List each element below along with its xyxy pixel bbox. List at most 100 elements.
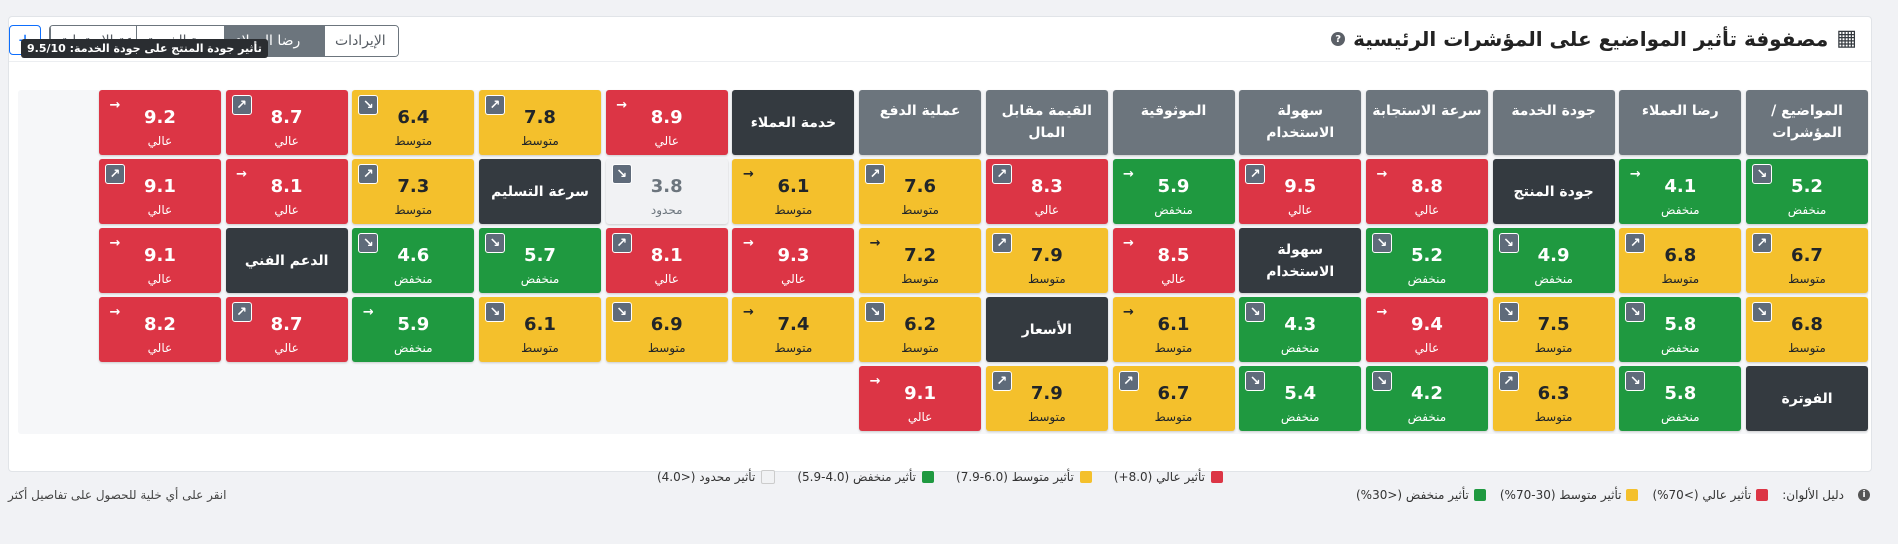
matrix-cell[interactable]: ↘ 6.2 متوسط <box>859 297 982 362</box>
cell-value: 6.1 <box>1157 314 1190 335</box>
matrix-cell[interactable]: ↘ 5.7 منخفض <box>479 228 601 293</box>
cell-level-label: منخفض <box>394 341 433 355</box>
cell-value: 4.1 <box>1664 176 1697 197</box>
cell-level-label: متوسط <box>1027 272 1066 286</box>
cell-value: 5.9 <box>1157 176 1190 197</box>
cell-level-label: متوسط <box>774 203 813 217</box>
matrix-cell[interactable]: → 8.9 عالي <box>605 90 728 155</box>
help-circle-icon[interactable]: ? <box>1331 32 1346 46</box>
column-header-label: سهولة الاستخدام <box>1266 103 1335 141</box>
matrix-cell[interactable]: ↘ 3.8 محدود <box>605 159 728 224</box>
matrix-cell[interactable]: ↘ 6.8 متوسط <box>1746 297 1868 362</box>
matrix-cell[interactable]: → 7.4 متوسط <box>732 297 855 362</box>
cell-level-label: متوسط <box>1154 341 1193 355</box>
matrix-cell[interactable]: ↘ 5.4 منخفض <box>1239 366 1362 431</box>
matrix-cell[interactable]: ↘ 5.8 منخفض <box>1619 366 1742 431</box>
table-grid-icon: ▦ <box>1836 26 1857 51</box>
cell-level-label: منخفض <box>1534 272 1573 286</box>
matrix-cell[interactable]: ↘ 5.8 منخفض <box>1619 297 1742 362</box>
matrix-cell[interactable]: → 9.1 عالي <box>98 228 221 293</box>
matrix-cell[interactable]: ↘ 4.6 منخفض <box>352 228 475 293</box>
column-header-cell: سرعة الاستجابة <box>1365 90 1488 155</box>
matrix-cell[interactable]: ↗ 7.9 متوسط <box>985 366 1108 431</box>
legend-label: تأثير محدود (<4.0) <box>656 470 756 484</box>
cell-value: 8.5 <box>1157 245 1190 266</box>
matrix-cell[interactable]: → 8.5 عالي <box>1112 228 1235 293</box>
cell-value: 9.5 <box>1284 176 1317 197</box>
cell-level-label: متوسط <box>901 272 939 286</box>
matrix-cell[interactable]: ↘ 5.2 منخفض <box>1365 228 1488 293</box>
matrix-cell[interactable]: ↗ 8.3 عالي <box>985 159 1108 224</box>
guide-swatch-low <box>1473 489 1486 501</box>
matrix-cell[interactable]: → 8.8 عالي <box>1365 159 1488 224</box>
cell-level-label: متوسط <box>774 341 813 355</box>
matrix-cell[interactable]: ↗ 7.9 متوسط <box>985 228 1108 293</box>
matrix-cell[interactable]: ↗ 8.1 عالي <box>605 228 728 293</box>
cell-value: 3.8 <box>650 176 683 197</box>
matrix-legend: تأثير عالي (8.0+) تأثير متوسط (6.0-7.9) … <box>9 468 1871 486</box>
matrix-cell[interactable]: ↗ 6.8 متوسط <box>1619 228 1742 293</box>
matrix-cell[interactable]: → 9.1 عالي <box>859 366 982 431</box>
row-header-cell: الدعم الفني <box>225 228 348 293</box>
matrix-cell[interactable]: ↘ 4.2 منخفض <box>1365 366 1488 431</box>
matrix-cell[interactable]: → 8.1 عالي <box>225 159 348 224</box>
matrix-cell[interactable]: → 8.2 عالي <box>98 297 221 362</box>
cell-level-label: عالي <box>1287 203 1313 217</box>
cell-level-label: منخفض <box>1154 203 1193 217</box>
matrix-cell[interactable]: → 6.1 متوسط <box>732 159 855 224</box>
row-header-label: الأسعار <box>1021 321 1072 338</box>
legend-swatch-medium <box>1079 471 1092 483</box>
matrix-cell[interactable]: ↘ 6.1 متوسط <box>479 297 601 362</box>
matrix-cell[interactable]: → 5.9 منخفض <box>352 297 475 362</box>
tab-revenue[interactable]: الإيرادات <box>324 26 398 56</box>
row-header-label: جودة المنتج <box>1513 183 1594 200</box>
matrix-cell[interactable]: ↘ 6.9 متوسط <box>605 297 728 362</box>
matrix-cell[interactable]: ↗ 7.6 متوسط <box>859 159 982 224</box>
matrix-cell[interactable]: ↘ 7.5 متوسط <box>1492 297 1615 362</box>
matrix-cell[interactable]: ↘ 4.3 منخفض <box>1239 297 1362 362</box>
matrix-cell[interactable]: → 9.4 عالي <box>1365 297 1488 362</box>
matrix-cell[interactable]: → 9.2 عالي <box>98 90 221 155</box>
matrix-cell[interactable]: → 6.1 متوسط <box>1112 297 1235 362</box>
matrix-cell[interactable]: ↗ 8.7 عالي <box>225 297 348 362</box>
matrix-cell[interactable]: ↗ 6.3 متوسط <box>1492 366 1615 431</box>
matrix-cell[interactable]: ↗ 9.5 عالي <box>1239 159 1362 224</box>
cell-level-label: متوسط <box>521 341 559 355</box>
matrix-cell[interactable]: ↗ 7.3 متوسط <box>352 159 475 224</box>
cell-level-label: متوسط <box>647 341 686 355</box>
matrix-cell[interactable]: ↘ 6.4 متوسط <box>352 90 475 155</box>
row-header-label: الدعم الفني <box>244 252 329 269</box>
cell-value: 7.8 <box>524 107 556 128</box>
cell-level-label: عالي <box>1414 203 1440 217</box>
column-header-label: القيمة مقابل المال <box>1001 103 1092 141</box>
matrix-cell[interactable]: ↗ 9.1 عالي <box>98 159 221 224</box>
guide-label: تأثير منخفض (<30%) <box>1355 488 1469 502</box>
column-header-cell: خدمة العملاء <box>732 90 855 155</box>
cell-level-label: عالي <box>654 134 679 148</box>
color-guide: i دليل الألوان: تأثير عالي (>70%) تأثير … <box>1356 488 1870 502</box>
matrix-cell[interactable]: ↘ 4.9 منخفض <box>1492 228 1615 293</box>
cell-level-label: متوسط <box>1534 410 1573 424</box>
matrix-cell[interactable]: → 4.1 منخفض <box>1619 159 1742 224</box>
cell-value: 7.3 <box>397 176 430 197</box>
column-header-cell: جودة الخدمة <box>1492 90 1615 155</box>
guide-label: تأثير متوسط (30-70%) <box>1499 488 1622 502</box>
page-title: مصفوفة تأثير المواضيع على المؤشرات الرئي… <box>1353 27 1829 51</box>
cell-value: 7.5 <box>1537 314 1570 335</box>
cell-level-label: متوسط <box>394 203 433 217</box>
cell-level-label: عالي <box>1414 341 1440 355</box>
matrix-cell[interactable]: ↗ 8.7 عالي <box>225 90 348 155</box>
matrix-cell[interactable]: → 9.3 عالي <box>732 228 855 293</box>
matrix-cell[interactable]: → 5.9 منخفض <box>1112 159 1235 224</box>
guide-swatch-medium <box>1626 489 1639 501</box>
cell-level-label: عالي <box>274 134 299 148</box>
cell-value: 9.4 <box>1410 314 1443 335</box>
cell-level-label: منخفض <box>1661 203 1700 217</box>
matrix-cell[interactable]: ↗ 6.7 متوسط <box>1112 366 1235 431</box>
cell-level-label: متوسط <box>394 134 433 148</box>
matrix-cell[interactable]: ↘ 5.2 منخفض <box>1746 159 1868 224</box>
cell-value: 6.9 <box>650 314 683 335</box>
matrix-cell[interactable]: ↗ 7.8 متوسط <box>479 90 601 155</box>
matrix-cell[interactable]: → 7.2 متوسط <box>859 228 982 293</box>
matrix-cell[interactable]: ↗ 6.7 متوسط <box>1746 228 1868 293</box>
